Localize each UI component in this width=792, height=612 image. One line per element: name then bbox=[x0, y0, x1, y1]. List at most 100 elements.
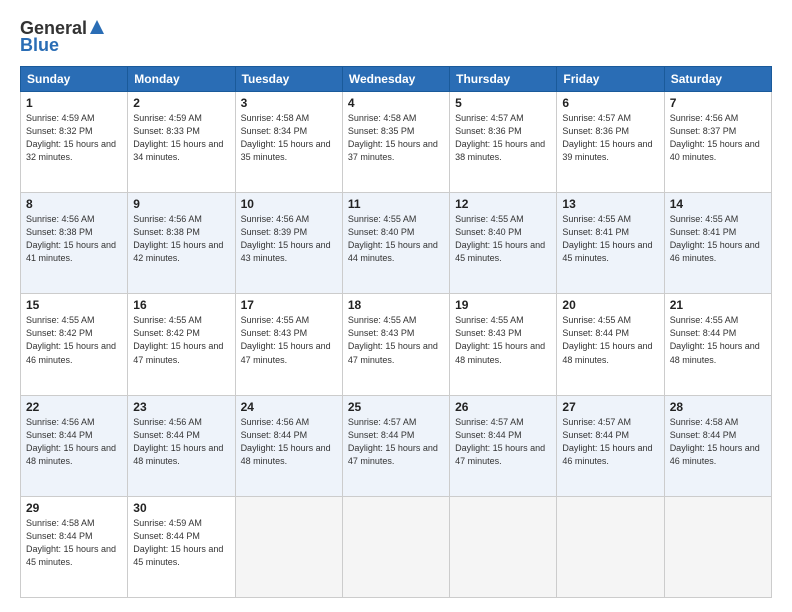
calendar-cell bbox=[557, 496, 664, 597]
calendar-cell bbox=[664, 496, 771, 597]
calendar-cell: 1 Sunrise: 4:59 AMSunset: 8:32 PMDayligh… bbox=[21, 92, 128, 193]
calendar-cell: 15 Sunrise: 4:55 AMSunset: 8:42 PMDaylig… bbox=[21, 294, 128, 395]
calendar-cell: 11 Sunrise: 4:55 AMSunset: 8:40 PMDaylig… bbox=[342, 193, 449, 294]
day-info: Sunrise: 4:59 AMSunset: 8:32 PMDaylight:… bbox=[26, 113, 116, 162]
day-info: Sunrise: 4:58 AMSunset: 8:34 PMDaylight:… bbox=[241, 113, 331, 162]
day-info: Sunrise: 4:59 AMSunset: 8:44 PMDaylight:… bbox=[133, 518, 223, 567]
logo-triangle-icon bbox=[90, 20, 104, 39]
day-of-week-header: Thursday bbox=[450, 67, 557, 92]
calendar-cell: 25 Sunrise: 4:57 AMSunset: 8:44 PMDaylig… bbox=[342, 395, 449, 496]
day-info: Sunrise: 4:55 AMSunset: 8:43 PMDaylight:… bbox=[455, 315, 545, 364]
logo-blue: Blue bbox=[20, 35, 59, 56]
day-info: Sunrise: 4:58 AMSunset: 8:44 PMDaylight:… bbox=[670, 417, 760, 466]
calendar-cell: 7 Sunrise: 4:56 AMSunset: 8:37 PMDayligh… bbox=[664, 92, 771, 193]
day-info: Sunrise: 4:55 AMSunset: 8:44 PMDaylight:… bbox=[670, 315, 760, 364]
calendar-cell: 9 Sunrise: 4:56 AMSunset: 8:38 PMDayligh… bbox=[128, 193, 235, 294]
calendar-row: 15 Sunrise: 4:55 AMSunset: 8:42 PMDaylig… bbox=[21, 294, 772, 395]
day-info: Sunrise: 4:56 AMSunset: 8:38 PMDaylight:… bbox=[26, 214, 116, 263]
day-number: 14 bbox=[670, 197, 766, 211]
day-number: 28 bbox=[670, 400, 766, 414]
calendar-cell: 13 Sunrise: 4:55 AMSunset: 8:41 PMDaylig… bbox=[557, 193, 664, 294]
day-info: Sunrise: 4:56 AMSunset: 8:44 PMDaylight:… bbox=[133, 417, 223, 466]
calendar-cell bbox=[235, 496, 342, 597]
day-info: Sunrise: 4:55 AMSunset: 8:41 PMDaylight:… bbox=[670, 214, 760, 263]
calendar-cell: 4 Sunrise: 4:58 AMSunset: 8:35 PMDayligh… bbox=[342, 92, 449, 193]
calendar-cell: 28 Sunrise: 4:58 AMSunset: 8:44 PMDaylig… bbox=[664, 395, 771, 496]
calendar-cell: 30 Sunrise: 4:59 AMSunset: 8:44 PMDaylig… bbox=[128, 496, 235, 597]
calendar-row: 8 Sunrise: 4:56 AMSunset: 8:38 PMDayligh… bbox=[21, 193, 772, 294]
day-number: 3 bbox=[241, 96, 337, 110]
calendar-table: SundayMondayTuesdayWednesdayThursdayFrid… bbox=[20, 66, 772, 598]
calendar-cell: 19 Sunrise: 4:55 AMSunset: 8:43 PMDaylig… bbox=[450, 294, 557, 395]
calendar-cell: 23 Sunrise: 4:56 AMSunset: 8:44 PMDaylig… bbox=[128, 395, 235, 496]
day-info: Sunrise: 4:55 AMSunset: 8:40 PMDaylight:… bbox=[348, 214, 438, 263]
calendar-cell: 5 Sunrise: 4:57 AMSunset: 8:36 PMDayligh… bbox=[450, 92, 557, 193]
calendar-cell: 17 Sunrise: 4:55 AMSunset: 8:43 PMDaylig… bbox=[235, 294, 342, 395]
day-number: 22 bbox=[26, 400, 122, 414]
calendar-cell: 24 Sunrise: 4:56 AMSunset: 8:44 PMDaylig… bbox=[235, 395, 342, 496]
day-of-week-header: Friday bbox=[557, 67, 664, 92]
day-info: Sunrise: 4:55 AMSunset: 8:40 PMDaylight:… bbox=[455, 214, 545, 263]
calendar-cell bbox=[450, 496, 557, 597]
calendar-cell: 8 Sunrise: 4:56 AMSunset: 8:38 PMDayligh… bbox=[21, 193, 128, 294]
day-number: 20 bbox=[562, 298, 658, 312]
day-info: Sunrise: 4:55 AMSunset: 8:42 PMDaylight:… bbox=[133, 315, 223, 364]
calendar-cell: 22 Sunrise: 4:56 AMSunset: 8:44 PMDaylig… bbox=[21, 395, 128, 496]
calendar-cell: 10 Sunrise: 4:56 AMSunset: 8:39 PMDaylig… bbox=[235, 193, 342, 294]
day-number: 8 bbox=[26, 197, 122, 211]
day-number: 21 bbox=[670, 298, 766, 312]
logo: General Blue bbox=[20, 18, 104, 56]
calendar-cell: 26 Sunrise: 4:57 AMSunset: 8:44 PMDaylig… bbox=[450, 395, 557, 496]
calendar-cell: 21 Sunrise: 4:55 AMSunset: 8:44 PMDaylig… bbox=[664, 294, 771, 395]
calendar-cell: 20 Sunrise: 4:55 AMSunset: 8:44 PMDaylig… bbox=[557, 294, 664, 395]
day-info: Sunrise: 4:55 AMSunset: 8:42 PMDaylight:… bbox=[26, 315, 116, 364]
day-info: Sunrise: 4:56 AMSunset: 8:44 PMDaylight:… bbox=[241, 417, 331, 466]
calendar-cell: 6 Sunrise: 4:57 AMSunset: 8:36 PMDayligh… bbox=[557, 92, 664, 193]
day-number: 17 bbox=[241, 298, 337, 312]
day-number: 30 bbox=[133, 501, 229, 515]
day-number: 2 bbox=[133, 96, 229, 110]
day-number: 24 bbox=[241, 400, 337, 414]
day-number: 25 bbox=[348, 400, 444, 414]
calendar-row: 22 Sunrise: 4:56 AMSunset: 8:44 PMDaylig… bbox=[21, 395, 772, 496]
day-number: 10 bbox=[241, 197, 337, 211]
day-info: Sunrise: 4:57 AMSunset: 8:44 PMDaylight:… bbox=[562, 417, 652, 466]
header: General Blue bbox=[20, 18, 772, 56]
page: General Blue SundayMondayTuesdayWednesda… bbox=[0, 0, 792, 612]
day-number: 11 bbox=[348, 197, 444, 211]
day-info: Sunrise: 4:57 AMSunset: 8:36 PMDaylight:… bbox=[562, 113, 652, 162]
calendar-body: 1 Sunrise: 4:59 AMSunset: 8:32 PMDayligh… bbox=[21, 92, 772, 598]
day-number: 23 bbox=[133, 400, 229, 414]
calendar-row: 1 Sunrise: 4:59 AMSunset: 8:32 PMDayligh… bbox=[21, 92, 772, 193]
day-number: 15 bbox=[26, 298, 122, 312]
day-info: Sunrise: 4:58 AMSunset: 8:44 PMDaylight:… bbox=[26, 518, 116, 567]
day-number: 29 bbox=[26, 501, 122, 515]
day-info: Sunrise: 4:57 AMSunset: 8:36 PMDaylight:… bbox=[455, 113, 545, 162]
day-info: Sunrise: 4:55 AMSunset: 8:44 PMDaylight:… bbox=[562, 315, 652, 364]
day-number: 4 bbox=[348, 96, 444, 110]
day-number: 12 bbox=[455, 197, 551, 211]
day-of-week-header: Monday bbox=[128, 67, 235, 92]
day-number: 16 bbox=[133, 298, 229, 312]
day-info: Sunrise: 4:58 AMSunset: 8:35 PMDaylight:… bbox=[348, 113, 438, 162]
calendar-cell: 14 Sunrise: 4:55 AMSunset: 8:41 PMDaylig… bbox=[664, 193, 771, 294]
calendar-row: 29 Sunrise: 4:58 AMSunset: 8:44 PMDaylig… bbox=[21, 496, 772, 597]
calendar-cell: 27 Sunrise: 4:57 AMSunset: 8:44 PMDaylig… bbox=[557, 395, 664, 496]
calendar-cell: 12 Sunrise: 4:55 AMSunset: 8:40 PMDaylig… bbox=[450, 193, 557, 294]
calendar-cell: 3 Sunrise: 4:58 AMSunset: 8:34 PMDayligh… bbox=[235, 92, 342, 193]
day-of-week-header: Saturday bbox=[664, 67, 771, 92]
day-info: Sunrise: 4:55 AMSunset: 8:43 PMDaylight:… bbox=[241, 315, 331, 364]
day-of-week-header: Sunday bbox=[21, 67, 128, 92]
day-number: 26 bbox=[455, 400, 551, 414]
day-info: Sunrise: 4:56 AMSunset: 8:38 PMDaylight:… bbox=[133, 214, 223, 263]
day-info: Sunrise: 4:55 AMSunset: 8:41 PMDaylight:… bbox=[562, 214, 652, 263]
day-number: 6 bbox=[562, 96, 658, 110]
day-info: Sunrise: 4:57 AMSunset: 8:44 PMDaylight:… bbox=[348, 417, 438, 466]
day-info: Sunrise: 4:59 AMSunset: 8:33 PMDaylight:… bbox=[133, 113, 223, 162]
day-of-week-header: Wednesday bbox=[342, 67, 449, 92]
day-number: 19 bbox=[455, 298, 551, 312]
calendar-cell: 16 Sunrise: 4:55 AMSunset: 8:42 PMDaylig… bbox=[128, 294, 235, 395]
day-number: 9 bbox=[133, 197, 229, 211]
day-info: Sunrise: 4:56 AMSunset: 8:44 PMDaylight:… bbox=[26, 417, 116, 466]
calendar-cell: 18 Sunrise: 4:55 AMSunset: 8:43 PMDaylig… bbox=[342, 294, 449, 395]
